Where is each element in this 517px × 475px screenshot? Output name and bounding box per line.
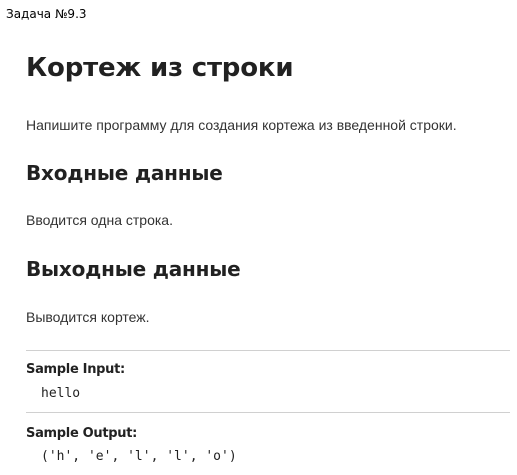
input-section-text: Вводится одна строка. [26, 212, 173, 228]
sample-input-divider [26, 350, 510, 351]
output-section-text: Выводится кортеж. [26, 309, 150, 325]
output-section-heading: Выходные данные [26, 257, 241, 281]
sample-input-code: hello [41, 386, 81, 401]
sample-output-label: Sample Output: [26, 426, 138, 441]
problem-statement: Напишите программу для создания кортежа … [26, 117, 457, 133]
task-number-label: Задача №9.3 [6, 7, 87, 21]
page-title: Кортеж из строки [26, 53, 294, 83]
input-section-heading: Входные данные [26, 161, 223, 185]
sample-output-code: ('h', 'e', 'l', 'l', 'o') [41, 449, 237, 464]
sample-input-label: Sample Input: [26, 362, 125, 377]
sample-output-divider [26, 412, 510, 413]
